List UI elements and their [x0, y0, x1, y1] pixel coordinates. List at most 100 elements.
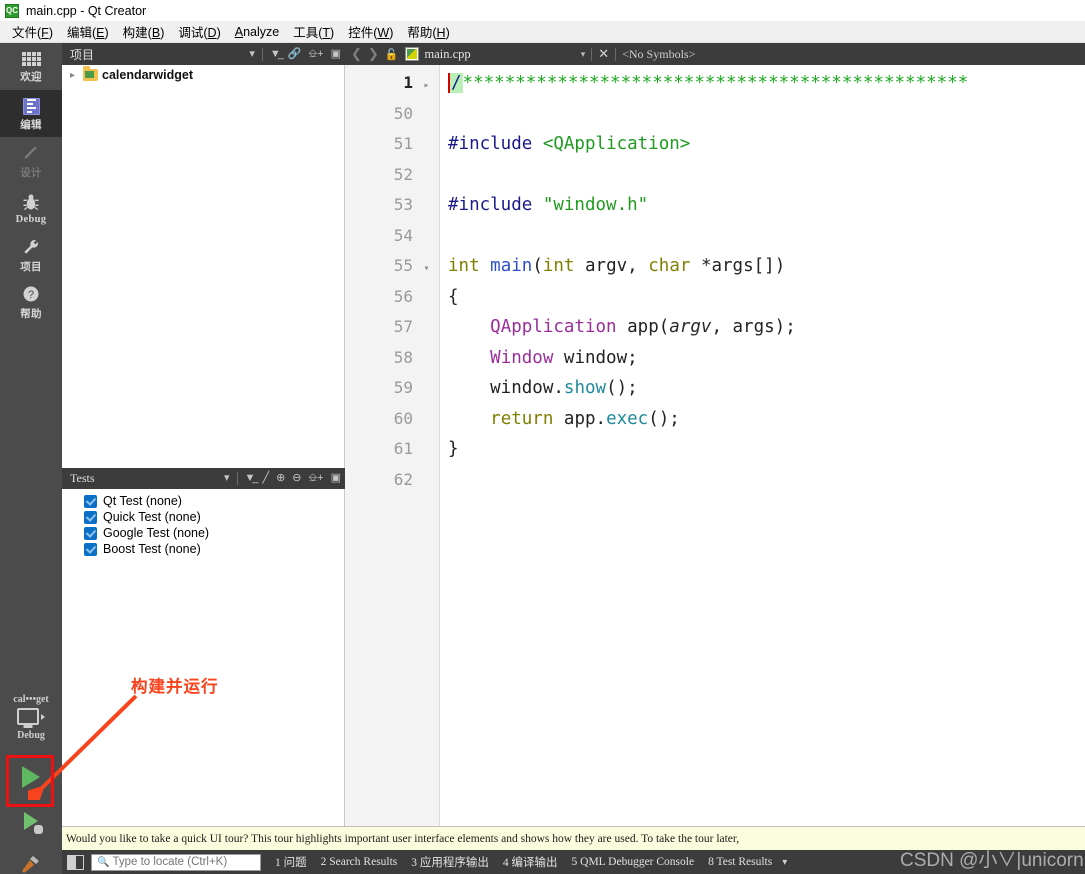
chevron-down-icon[interactable]: ▾: [224, 473, 230, 484]
menu-item-7[interactable]: 帮助(H): [400, 20, 456, 43]
pencil-icon: [24, 146, 37, 159]
locator-input[interactable]: [112, 856, 253, 868]
hammer-icon: [22, 856, 39, 873]
sweep-icon[interactable]: ╱: [262, 473, 269, 484]
unlock-icon[interactable]: 🔓: [385, 48, 399, 61]
test-item[interactable]: Qt Test (none): [62, 493, 344, 509]
tree-item-calendarwidget[interactable]: ▸ calendarwidget: [62, 65, 344, 85]
grid-icon: [21, 51, 41, 67]
code-line: 54: [345, 221, 1085, 252]
split-icon[interactable]: ⎒+: [309, 473, 324, 484]
code-line: 59 window.show();: [345, 373, 1085, 404]
code-text: }: [448, 439, 459, 459]
mode-label-welcome: 欢迎: [20, 71, 42, 83]
editor-tab-main-cpp[interactable]: main.cpp: [425, 47, 471, 62]
line-number: 54: [393, 225, 413, 245]
code-line: 61}: [345, 434, 1085, 465]
test-item-label: Quick Test (none): [103, 510, 201, 524]
collapse-all-icon[interactable]: ⊖: [292, 473, 301, 484]
code-line: 58 Window window;: [345, 343, 1085, 374]
filter-icon[interactable]: ▼̲: [245, 473, 256, 484]
code-text: Window window;: [490, 347, 638, 368]
code-text: {: [448, 286, 459, 307]
fold-marker[interactable]: ▸: [413, 71, 440, 102]
checkbox-icon[interactable]: [84, 526, 97, 540]
window-title: main.cpp - Qt Creator: [26, 3, 147, 18]
ui-tour-banner-text: Would you like to take a quick UI tour? …: [66, 832, 740, 845]
chevron-right-icon[interactable]: ❯: [368, 46, 379, 62]
status-pane-3[interactable]: 3 应用程序输出: [411, 854, 489, 870]
qt-creator-window: QC main.cpp - Qt Creator 文件(F) 编辑(E) 构建(B)…: [0, 0, 1085, 874]
test-item[interactable]: Quick Test (none): [62, 509, 344, 525]
status-pane-1[interactable]: 1 问题: [275, 854, 307, 870]
line-number: 55: [393, 256, 413, 275]
fold-marker[interactable]: ▾: [413, 254, 440, 285]
locator-input-wrap[interactable]: 🔍: [91, 853, 261, 871]
mode-item-debug[interactable]: Debug: [0, 184, 62, 231]
line-number: 60: [393, 408, 413, 428]
sidebar-toggle-icon[interactable]: [67, 854, 84, 870]
menu-item-6[interactable]: 控件(W): [341, 20, 400, 43]
play-bug-icon: [24, 812, 43, 834]
code-text: #include <QApplication>: [448, 134, 691, 154]
status-pane-4[interactable]: 4 编译输出: [503, 854, 558, 870]
mode-label-projects: 项目: [20, 262, 42, 273]
mode-item-projects[interactable]: 项目: [0, 231, 62, 278]
chevron-down-icon[interactable]: ▾: [581, 49, 586, 60]
menu-item-1[interactable]: 编辑(E): [60, 20, 116, 43]
options-icon[interactable]: ▣: [331, 473, 341, 484]
mode-item-welcome[interactable]: 欢迎: [0, 43, 62, 90]
code-text: #include "window.h": [448, 195, 649, 215]
checkbox-icon[interactable]: [84, 510, 97, 524]
divider: [591, 47, 593, 61]
build-button[interactable]: [0, 843, 62, 874]
split-icon[interactable]: ⎒+: [309, 48, 324, 60]
test-item[interactable]: Google Test (none): [62, 525, 344, 541]
line-number: 1: [403, 73, 413, 92]
projects-tree: ▸ calendarwidget: [62, 65, 345, 468]
code-text: QApplication app(argv, args);: [490, 317, 796, 337]
close-icon[interactable]: ✕: [598, 46, 609, 62]
menu-item-0[interactable]: 文件(F): [5, 20, 60, 43]
debug-button[interactable]: [0, 799, 62, 843]
code-line: 1 ▸/*************************************…: [345, 68, 1085, 99]
test-item-label: Google Test (none): [103, 526, 210, 540]
mode-item-design[interactable]: 设计: [0, 137, 62, 184]
line-number: 57: [393, 317, 413, 336]
code-line: 53 #include "window.h": [345, 190, 1085, 221]
close-icon[interactable]: ▣: [331, 48, 341, 60]
chevron-down-icon[interactable]: ▾: [782, 857, 787, 868]
chevron-left-icon[interactable]: ❮: [351, 46, 362, 62]
status-pane-2[interactable]: 2 Search Results: [321, 856, 398, 868]
line-number: 51: [393, 134, 413, 153]
menu-item-5[interactable]: 工具(T): [286, 20, 341, 43]
tests-dock-header: Tests ▾ ▼̲ ╱ ⊕ ⊖ ⎒+ ▣: [62, 468, 345, 489]
expand-all-icon[interactable]: ⊕: [276, 473, 285, 484]
chevron-down-icon[interactable]: ▾: [249, 48, 255, 60]
mode-item-edit[interactable]: 编辑: [0, 90, 62, 137]
divider: [615, 47, 617, 61]
annotation-label: 构建并运行: [131, 678, 219, 696]
mode-item-help[interactable]: ? 帮助: [0, 278, 62, 325]
menu-item-3[interactable]: 调试(D): [171, 20, 227, 43]
checkbox-icon[interactable]: [84, 494, 97, 508]
menu-bar: 文件(F) 编辑(E) 构建(B) 调试(D) Analyze 工具(T) 控件(W) 帮助(…: [0, 21, 1085, 43]
cpp-file-icon: [404, 47, 419, 61]
test-item[interactable]: Boost Test (none): [62, 541, 344, 557]
menu-item-4[interactable]: Analyze: [228, 23, 286, 41]
status-pane-5[interactable]: 5 QML Debugger Console: [572, 856, 695, 868]
line-number: 50: [393, 103, 413, 123]
line-number: 58: [393, 347, 413, 367]
filter-icon[interactable]: ▼̲: [270, 48, 281, 60]
checkbox-icon[interactable]: [84, 542, 97, 556]
link-icon[interactable]: 🔗: [288, 48, 302, 60]
chevron-right-icon[interactable]: ▸: [70, 70, 79, 81]
symbols-selector[interactable]: <No Symbols>: [622, 47, 695, 62]
code-lines: 1 ▸/*************************************…: [345, 68, 1085, 495]
status-pane-8[interactable]: 8 Test Results: [708, 856, 772, 868]
mode-label-edit: 编辑: [20, 119, 42, 131]
code-line: 52: [345, 160, 1085, 191]
menu-item-2[interactable]: 构建(B): [116, 20, 172, 43]
projects-dock-title: 项目: [70, 47, 95, 62]
code-editor[interactable]: 1 ▸/*************************************…: [345, 65, 1085, 826]
